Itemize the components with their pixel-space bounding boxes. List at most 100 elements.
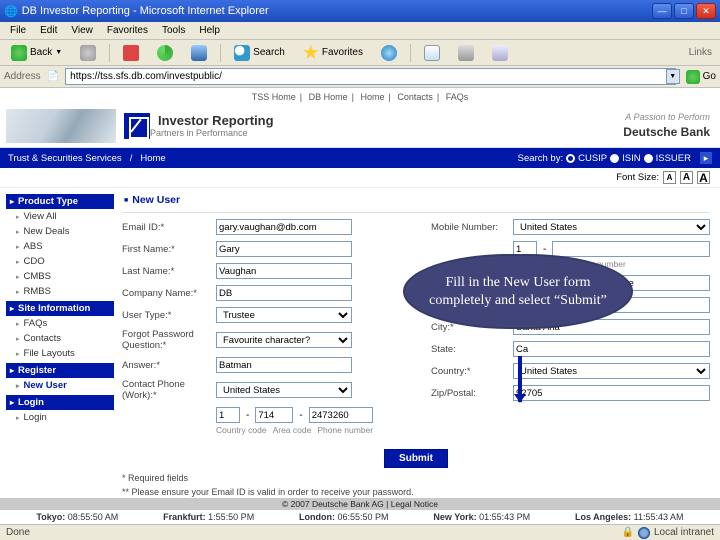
- address-label: Address: [4, 71, 41, 82]
- fontsize-large[interactable]: A: [697, 171, 710, 184]
- clock-frankfurt: Frankfurt: 1:55:50 PM: [163, 512, 254, 522]
- phone-country[interactable]: United States: [216, 382, 352, 398]
- mobile-country[interactable]: United States: [513, 219, 710, 235]
- mail-button[interactable]: [417, 42, 447, 64]
- edit-button[interactable]: [485, 42, 515, 64]
- sidebar-item-rmbs[interactable]: RMBS: [6, 284, 114, 299]
- phone-label: Contact Phone (Work):*: [122, 379, 210, 401]
- clock-losangeles: Los Angeles: 11:55:43 AM: [575, 512, 684, 522]
- field-input-5[interactable]: Favourite character?: [216, 332, 352, 348]
- radio-issuer[interactable]: [644, 154, 653, 163]
- email-note: ** Please ensure your Email ID is valid …: [122, 486, 710, 500]
- clock-london: London: 06:55:50 PM: [299, 512, 389, 522]
- menu-view[interactable]: View: [65, 24, 99, 37]
- sidebar-item-new-deals[interactable]: New Deals: [6, 224, 114, 239]
- sidebar-item-faqs[interactable]: FAQs: [6, 316, 114, 331]
- sidebar-item-contacts[interactable]: Contacts: [6, 331, 114, 346]
- sidebar-head-login: Login: [6, 395, 114, 410]
- field-input-0[interactable]: [216, 219, 352, 235]
- menu-favorites[interactable]: Favorites: [101, 24, 154, 37]
- chevron-down-icon: ▼: [55, 49, 62, 56]
- status-text: Done: [6, 527, 30, 538]
- stop-button[interactable]: [116, 42, 146, 64]
- radio-isin[interactable]: [610, 154, 619, 163]
- field-input-1[interactable]: [216, 241, 352, 257]
- favorites-button[interactable]: Favorites: [296, 42, 370, 64]
- toolbar: Back▼ Search Favorites Links: [0, 40, 720, 66]
- field-input-3[interactable]: [216, 285, 352, 301]
- mobile-num[interactable]: [552, 241, 710, 257]
- field-input-2[interactable]: [216, 263, 352, 279]
- home-icon: [191, 45, 207, 61]
- media-button[interactable]: [374, 42, 404, 64]
- required-note: * Required fields: [122, 472, 710, 486]
- phone-num[interactable]: [309, 407, 373, 423]
- submit-button[interactable]: Submit: [384, 449, 448, 468]
- banner-tagline: A Passion to Perform: [623, 112, 710, 122]
- sidebar-item-file-layouts[interactable]: File Layouts: [6, 346, 114, 361]
- refresh-button[interactable]: [150, 42, 180, 64]
- sidebar-head-register: Register: [6, 363, 114, 378]
- field-input-r5[interactable]: [513, 385, 710, 401]
- topnav-dbhome[interactable]: DB Home: [305, 92, 352, 102]
- sidebar-item-cmbs[interactable]: CMBS: [6, 269, 114, 284]
- fontsize-medium[interactable]: A: [680, 171, 693, 184]
- topnav-home[interactable]: Home: [356, 92, 388, 102]
- instruction-callout: Fill in the New User form completely and…: [403, 254, 633, 329]
- search-go-icon[interactable]: ▸: [700, 152, 712, 164]
- phone-ac[interactable]: [255, 407, 293, 423]
- radio-cusip[interactable]: [566, 154, 575, 163]
- field-input-4[interactable]: Trustee: [216, 307, 352, 323]
- sidebar-item-cdo[interactable]: CDO: [6, 254, 114, 269]
- security-zone: Local intranet: [654, 527, 714, 538]
- topnav-faqs[interactable]: FAQs: [442, 92, 473, 102]
- zone-icon: [638, 527, 650, 539]
- world-clocks: Tokyo: 08:55:50 AMFrankfurt: 1:55:50 PML…: [0, 510, 720, 524]
- address-dropdown[interactable]: ▼: [666, 69, 680, 84]
- sidebar-item-abs[interactable]: ABS: [6, 239, 114, 254]
- field-input-r3[interactable]: [513, 341, 710, 357]
- topnav-contacts[interactable]: Contacts: [393, 92, 437, 102]
- field-input-r4[interactable]: United States: [513, 363, 710, 379]
- sidebar-head-product-type: Product Type: [6, 194, 114, 209]
- search-button[interactable]: Search: [227, 42, 292, 64]
- menu-tools[interactable]: Tools: [156, 24, 191, 37]
- links-label[interactable]: Links: [685, 47, 716, 58]
- address-input[interactable]: [65, 68, 676, 85]
- close-button[interactable]: ✕: [696, 3, 716, 19]
- media-icon: [381, 45, 397, 61]
- menu-help[interactable]: Help: [193, 24, 226, 37]
- menu-file[interactable]: File: [4, 24, 32, 37]
- home-button[interactable]: [184, 42, 214, 64]
- app-icon: 🌐: [4, 5, 18, 18]
- db-logo-icon: [124, 113, 150, 139]
- fontsize-small[interactable]: A: [663, 171, 676, 184]
- breadcrumb-section[interactable]: Trust & Securities Services: [8, 153, 122, 164]
- minimize-button[interactable]: —: [652, 3, 672, 19]
- print-icon: [458, 45, 474, 61]
- topnav-tsshome[interactable]: TSS Home: [248, 92, 300, 102]
- menu-edit[interactable]: Edit: [34, 24, 63, 37]
- mobile-label: Mobile Number:: [431, 222, 507, 233]
- sidebar-item-new-user[interactable]: New User: [6, 378, 114, 393]
- sidebar-item-view-all[interactable]: View All: [6, 209, 114, 224]
- back-button[interactable]: Back▼: [4, 42, 69, 64]
- sidebar-item-login[interactable]: Login: [6, 410, 114, 425]
- statusbar: Done 🔒 Local intranet: [0, 524, 720, 540]
- banner-brand: Deutsche Bank: [623, 125, 710, 139]
- banner-image: [6, 109, 116, 143]
- breadcrumb-page[interactable]: Home: [140, 153, 165, 164]
- form-area: New User Email ID:*First Name:*Last Name…: [118, 188, 720, 505]
- field-label-r: Country:*: [431, 366, 507, 377]
- star-icon: [303, 45, 319, 61]
- forward-button[interactable]: [73, 42, 103, 64]
- go-button[interactable]: Go: [686, 70, 716, 84]
- print-button[interactable]: [451, 42, 481, 64]
- field-label-r: State:: [431, 344, 507, 355]
- field-input-6[interactable]: [216, 357, 352, 373]
- phone-cc[interactable]: [216, 407, 240, 423]
- mail-icon: [424, 45, 440, 61]
- banner-subtitle: Partners in Performance: [150, 128, 274, 138]
- maximize-button[interactable]: □: [674, 3, 694, 19]
- form-title: New User: [122, 192, 710, 212]
